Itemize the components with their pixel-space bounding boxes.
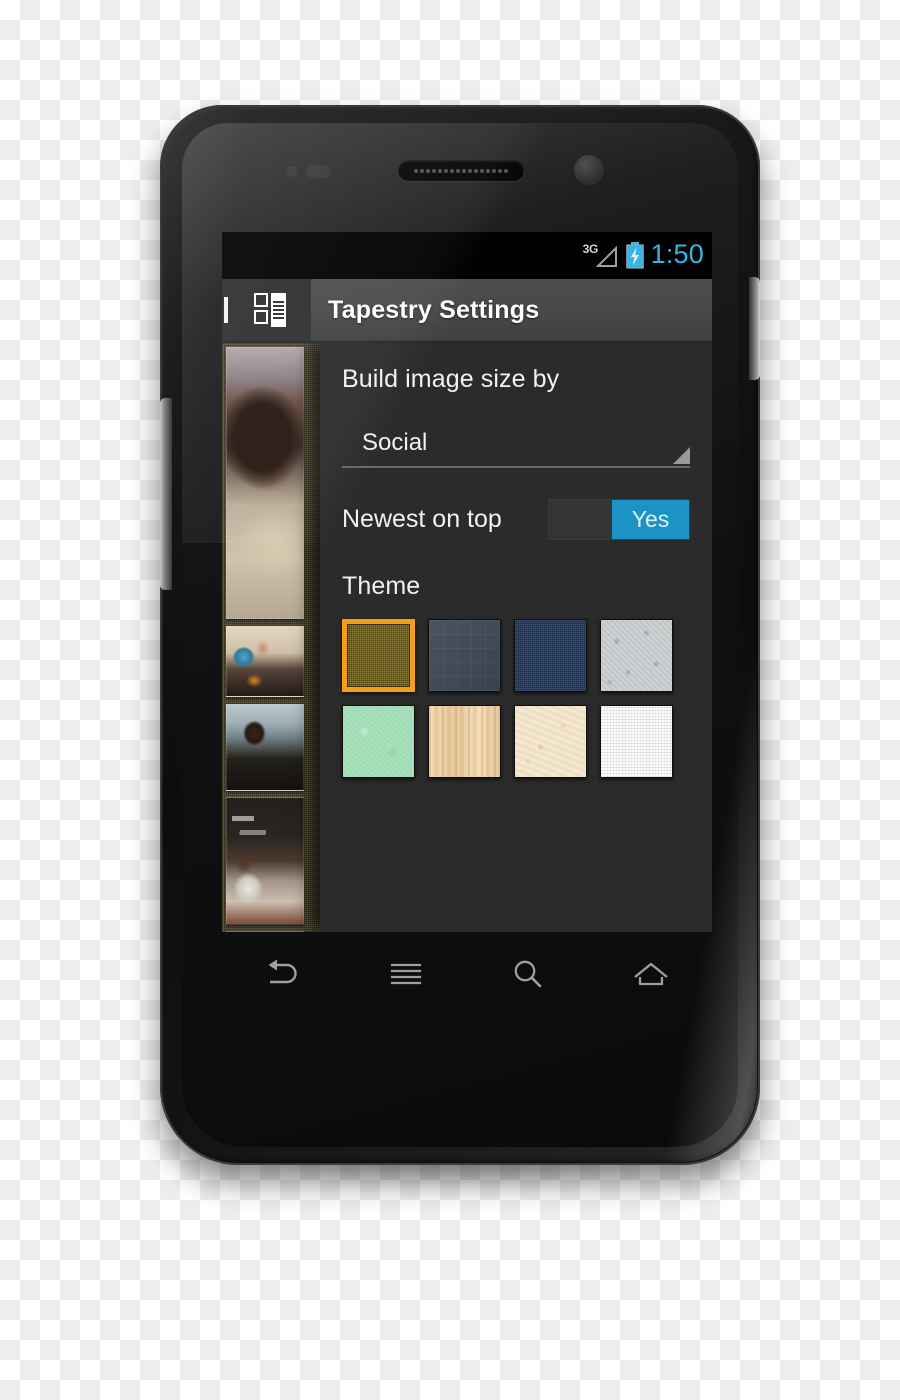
tapestry-grid-icon [253,293,288,327]
theme-swatch-gold-burlap[interactable] [342,619,415,692]
spinner-arrow-icon [673,447,690,464]
speaker-hole [474,168,478,173]
build-image-size-value: Social [362,429,428,456]
build-image-size-spinner[interactable]: Social [342,420,690,468]
volume-rocker[interactable] [160,398,172,590]
phone-chassis: 3G 1:50 Tapestry Settings Build image si… [160,105,760,1165]
speaker-hole [426,168,430,173]
home-icon[interactable] [608,946,694,1002]
navigation-bar [222,938,712,1010]
newest-on-top-toggle-value: Yes [612,499,689,539]
signal-triangle-icon: 3G [583,242,619,270]
tapestry-grid-square [253,310,268,324]
back-icon[interactable] [240,946,326,1002]
theme-swatch-light-wood[interactable] [428,705,501,778]
menu-icon[interactable] [363,946,449,1002]
speaker-hole [444,168,448,173]
tapestry-thumbnail[interactable] [226,797,304,925]
action-bar: Tapestry Settings [222,279,712,343]
theme-swatch-grey-granite[interactable] [600,619,673,692]
up-caret-bar [224,297,228,323]
tapestry-grid-line [272,317,284,319]
power-button[interactable] [749,277,760,380]
screen-content: Build image size by Social Newest on top… [222,343,712,932]
tapestry-thumbnail-strip[interactable] [222,343,310,932]
tapestry-grid-line [272,305,284,307]
newest-on-top-toggle[interactable]: Yes [548,498,690,540]
phone-device: 3G 1:50 Tapestry Settings Build image si… [150,105,770,1185]
search-icon[interactable] [485,946,571,1002]
menu-lines-glyph [390,963,421,985]
tapestry-thumbnail[interactable] [226,931,304,932]
battery-charging-icon [625,242,644,269]
theme-swatch-mint-green[interactable] [342,705,415,778]
home-outline-glyph [634,962,668,986]
speaker-hole [468,168,472,173]
speaker-hole [420,168,424,173]
phone-screen: 3G 1:50 Tapestry Settings Build image si… [222,232,712,932]
theme-swatch-cream-paper[interactable] [514,705,587,778]
speaker-hole [450,168,454,173]
proximity-sensor [286,166,297,177]
speaker-hole [492,168,496,173]
light-sensor [306,165,330,178]
newest-on-top-label: Newest on top [342,504,502,533]
speaker-hole [462,168,466,173]
tapestry-grid-icon-lines [270,293,286,327]
tapestry-thumbnail[interactable] [226,625,304,697]
status-bar-clock: 1:50 [650,239,704,269]
theme-swatch-slate-grid[interactable] [428,619,501,692]
signal-bars-icon [595,245,617,267]
tapestry-grid-line [272,313,284,315]
tapestry-grid-line [272,309,284,311]
speaker-hole [486,168,490,173]
back-arrow-glyph [268,959,297,984]
status-bar: 3G 1:50 [222,232,712,279]
build-image-size-label: Build image size by [342,365,560,393]
tapestry-grid-line [272,301,284,303]
speaker-hole [438,168,442,173]
page-title: Tapestry Settings [328,295,540,324]
app-icon-button[interactable] [230,279,311,341]
theme-swatch-navy-denim[interactable] [514,619,587,692]
up-caret-icon[interactable] [222,279,230,341]
settings-panel: Build image size by Social Newest on top… [320,343,712,932]
speaker-hole [504,168,508,173]
speaker-hole [480,168,484,173]
tapestry-thumbnail[interactable] [226,347,304,619]
front-camera [574,155,604,185]
theme-label: Theme [342,572,421,600]
theme-swatch-grid [342,619,690,778]
speaker-hole [414,168,418,173]
theme-swatch-white-linen[interactable] [600,705,673,778]
tapestry-grid-icon-squares [253,293,268,327]
tapestry-thumbnail[interactable] [226,703,304,791]
speaker-hole [456,168,460,173]
speaker-hole [498,168,502,173]
newest-on-top-row: Newest on top Yes [342,494,690,544]
magnifier-glyph [514,960,542,988]
speaker-hole [432,168,436,173]
earpiece-speaker [398,160,524,181]
tapestry-grid-square [253,293,268,307]
